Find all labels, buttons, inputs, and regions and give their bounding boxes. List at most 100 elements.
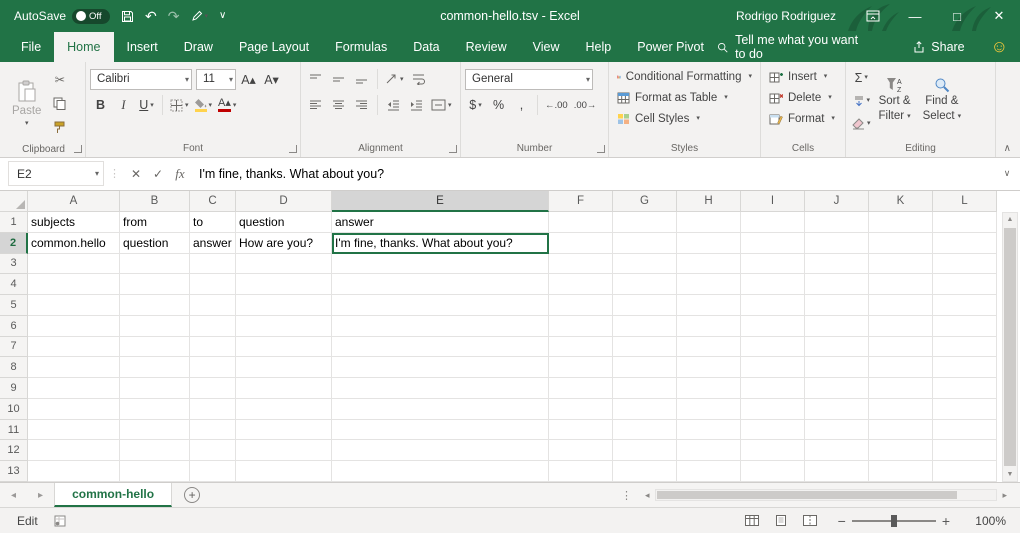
cell-H4[interactable] [677,274,741,295]
cell-K3[interactable] [869,254,933,275]
user-name[interactable]: Rodrigo Rodriguez [736,9,836,23]
cell-B7[interactable] [120,337,190,358]
column-header-I[interactable]: I [741,191,805,212]
normal-view-button[interactable] [745,515,759,526]
cell-D7[interactable] [236,337,332,358]
zoom-slider[interactable] [852,520,936,522]
cell-D9[interactable] [236,378,332,399]
cell-K6[interactable] [869,316,933,337]
cell-C11[interactable] [190,420,236,441]
borders-button[interactable]: ▾ [168,95,191,116]
underline-button[interactable]: U▾ [136,95,157,116]
cell-F3[interactable] [549,254,613,275]
decrease-indent-button[interactable] [383,95,404,116]
cell-H8[interactable] [677,357,741,378]
cell-C2[interactable]: answer [190,233,236,254]
cell-G13[interactable] [613,461,677,482]
cell-H9[interactable] [677,378,741,399]
column-header-H[interactable]: H [677,191,741,212]
cell-J13[interactable] [805,461,869,482]
ribbon-tab-view[interactable]: View [520,32,573,62]
cell-F8[interactable] [549,357,613,378]
minimize-button[interactable]: — [894,0,936,32]
ribbon-tab-draw[interactable]: Draw [171,32,226,62]
cell-J2[interactable] [805,233,869,254]
alignment-dialog-launcher[interactable] [449,145,457,153]
column-header-C[interactable]: C [190,191,236,212]
row-header-2[interactable]: 2 [0,233,28,254]
cell-E1[interactable]: answer [332,212,549,233]
middle-align-button[interactable] [328,69,349,90]
cell-I7[interactable] [741,337,805,358]
cell-A6[interactable] [28,316,120,337]
percent-style-button[interactable]: % [488,95,509,116]
cell-E5[interactable] [332,295,549,316]
cell-E2[interactable]: I'm fine, thanks. What about you? [332,233,549,254]
horizontal-scrollbar[interactable]: ◂ ▸ [640,483,1012,507]
cell-J7[interactable] [805,337,869,358]
wrap-text-button[interactable] [408,69,429,90]
cell-K7[interactable] [869,337,933,358]
ribbon-tab-review[interactable]: Review [453,32,520,62]
zoom-level[interactable]: 100% [964,514,1006,528]
cell-I8[interactable] [741,357,805,378]
cell-E9[interactable] [332,378,549,399]
cell-H2[interactable] [677,233,741,254]
row-header-7[interactable]: 7 [0,337,28,358]
cell-E6[interactable] [332,316,549,337]
insert-cells-button[interactable]: Insert ▾ [765,66,841,87]
horizontal-scrollbar-track[interactable] [655,489,998,501]
align-left-button[interactable] [305,95,326,116]
cell-C3[interactable] [190,254,236,275]
vertical-scrollbar-thumb[interactable] [1004,228,1016,466]
select-all-button[interactable] [0,191,28,212]
number-dialog-launcher[interactable] [597,145,605,153]
format-as-table-button[interactable]: Format as Table ▾ [613,87,756,108]
column-header-B[interactable]: B [120,191,190,212]
autosave-switch[interactable]: Off [72,9,110,24]
cell-K13[interactable] [869,461,933,482]
cell-G1[interactable] [613,212,677,233]
cell-C7[interactable] [190,337,236,358]
cell-B9[interactable] [120,378,190,399]
find-select-button[interactable]: Find & Select▾ [917,66,967,134]
cell-C4[interactable] [190,274,236,295]
italic-button[interactable]: I [113,95,134,116]
cell-L8[interactable] [933,357,997,378]
cell-L11[interactable] [933,420,997,441]
horizontal-scrollbar-thumb[interactable] [657,491,957,499]
cell-K10[interactable] [869,399,933,420]
autosum-button[interactable]: Σ▾ [850,67,873,88]
autosave-toggle[interactable]: AutoSave Off [14,9,110,24]
format-painter-button[interactable] [49,117,70,138]
row-header-5[interactable]: 5 [0,295,28,316]
cell-F2[interactable] [549,233,613,254]
column-header-J[interactable]: J [805,191,869,212]
cell-H6[interactable] [677,316,741,337]
cell-C12[interactable] [190,440,236,461]
top-align-button[interactable] [305,69,326,90]
row-header-4[interactable]: 4 [0,274,28,295]
cell-J1[interactable] [805,212,869,233]
cell-F10[interactable] [549,399,613,420]
cell-J12[interactable] [805,440,869,461]
feedback-smiley-icon[interactable]: ☺ [991,32,1008,62]
cell-F7[interactable] [549,337,613,358]
insert-function-button[interactable]: fx [169,161,191,186]
delete-cells-button[interactable]: Delete ▾ [765,87,841,108]
cell-J4[interactable] [805,274,869,295]
cell-H7[interactable] [677,337,741,358]
row-header-8[interactable]: 8 [0,357,28,378]
cell-K1[interactable] [869,212,933,233]
cell-I6[interactable] [741,316,805,337]
merge-center-button[interactable]: ▾ [429,95,454,116]
conditional-formatting-button[interactable]: Conditional Formatting ▾ [613,66,756,87]
column-header-E[interactable]: E [332,191,549,212]
confirm-edit-button[interactable]: ✓ [147,161,169,186]
row-header-3[interactable]: 3 [0,254,28,275]
ribbon-tab-home[interactable]: Home [54,32,113,62]
decrease-decimal-button[interactable]: .00→ [572,95,599,116]
redo-button[interactable]: ↷ [168,9,180,23]
customize-qat-button[interactable]: ∨ [219,11,226,21]
row-header-12[interactable]: 12 [0,440,28,461]
